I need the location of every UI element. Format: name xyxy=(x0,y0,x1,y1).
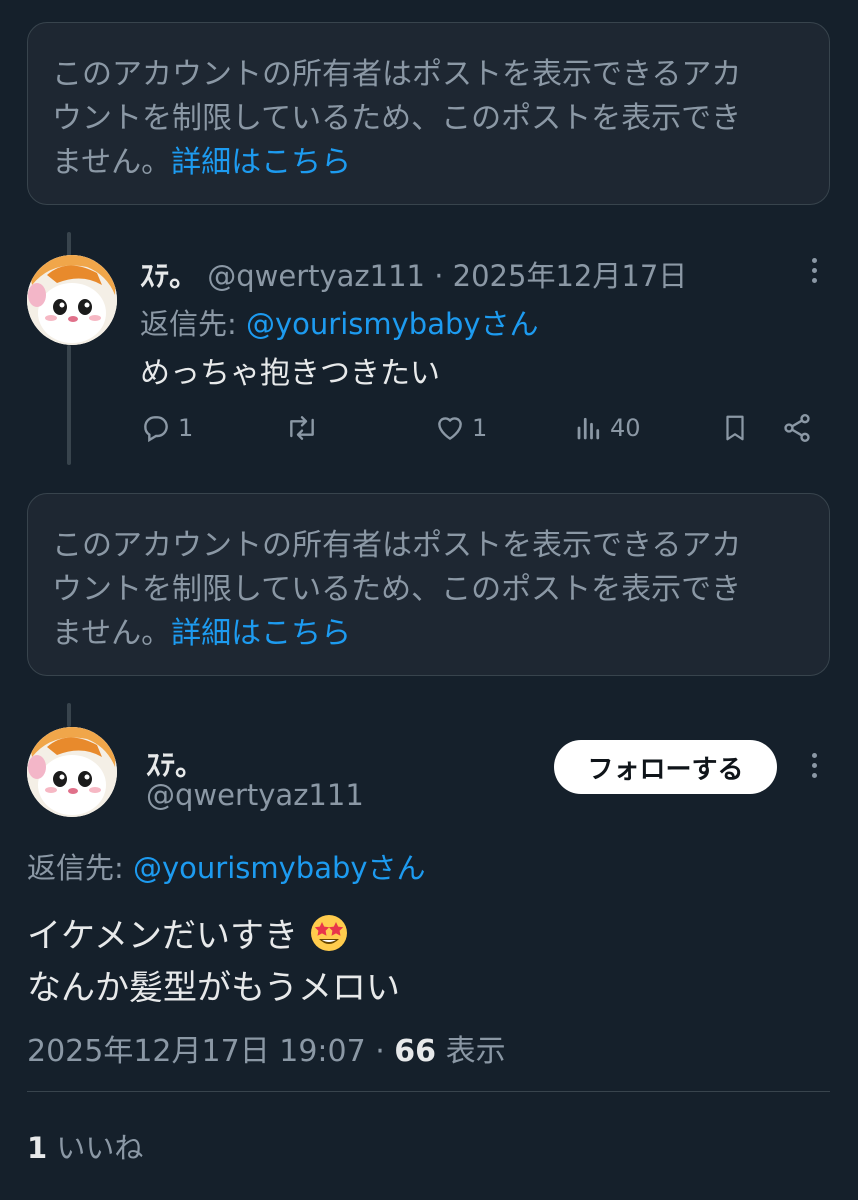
thread-line-top xyxy=(67,703,71,727)
notice-line-1: このアカウントの所有者はポストを表示できるアカ xyxy=(52,528,742,563)
replying-to-handle[interactable]: @yourismybabyさん xyxy=(133,851,426,885)
restricted-post-notice: このアカウントの所有者はポストを表示できるアカ ウントを制限しているため、このポ… xyxy=(27,493,830,676)
reply-header: ｽﾃ。 @qwertyaz111 · 2025年12月17日 xyxy=(140,253,687,295)
restricted-post-notice: このアカウントの所有者はポストを表示できるアカ ウントを制限しているため、このポ… xyxy=(27,22,830,205)
notice-line-2: ウントを制限しているため、このポストを表示でき xyxy=(52,101,742,136)
learn-more-link[interactable]: 詳細はこちら xyxy=(171,616,351,651)
notice-line-3: ません。 xyxy=(52,145,172,180)
like-icon xyxy=(438,417,462,440)
view-count: 40 xyxy=(610,414,641,442)
divider xyxy=(27,1091,830,1092)
like-button[interactable]: 1 xyxy=(434,408,487,448)
tweet-text: めっちゃ抱きつきたい xyxy=(140,356,440,391)
views-button[interactable]: 40 xyxy=(574,408,641,448)
replying-to: 返信先: @yourismybabyさん xyxy=(140,301,539,343)
likes-summary[interactable]: 1 いいね xyxy=(27,1125,143,1167)
handle[interactable]: @qwertyaz111 xyxy=(146,778,364,812)
learn-more-link[interactable]: 詳細はこちら xyxy=(171,145,351,180)
replying-to-prefix: 返信先: xyxy=(140,307,246,341)
views-icon xyxy=(577,417,600,440)
retweet-button[interactable] xyxy=(284,408,320,448)
tweet-text-line-1: イケメンだいすき xyxy=(27,908,349,957)
display-name[interactable]: ｽﾃ。 xyxy=(140,259,198,293)
star-struck-emoji xyxy=(310,915,347,951)
reply-button[interactable]: 1 xyxy=(140,408,193,448)
notice-line-1: このアカウントの所有者はポストを表示できるアカ xyxy=(52,57,742,92)
notice-line-3: ません。 xyxy=(52,616,172,651)
thread-line-top xyxy=(67,232,71,256)
like-count: 1 xyxy=(472,414,488,442)
views-label: 表示 xyxy=(436,1034,506,1069)
retweet-icon xyxy=(290,416,314,440)
avatar[interactable] xyxy=(27,727,117,817)
tweet-metadata: 2025年12月17日 19:07 · 66 表示 xyxy=(27,1026,506,1070)
reply-count: 1 xyxy=(178,414,194,442)
share-icon xyxy=(784,414,810,442)
handle-and-date[interactable]: @qwertyaz111 · 2025年12月17日 xyxy=(207,259,687,293)
bookmark-button[interactable] xyxy=(720,408,750,448)
bookmark-icon xyxy=(726,415,744,441)
more-icon[interactable] xyxy=(809,753,819,778)
share-button[interactable] xyxy=(781,408,813,448)
avatar[interactable] xyxy=(27,255,117,345)
thread-line-bottom xyxy=(67,345,71,465)
more-icon[interactable] xyxy=(809,258,819,283)
replying-to: 返信先: @yourismybabyさん xyxy=(27,845,426,887)
tweet-text-line-1-text: イケメンだいすき xyxy=(27,916,298,956)
timestamp[interactable]: 2025年12月17日 19:07 · xyxy=(27,1034,394,1069)
reply-icon xyxy=(144,416,168,443)
notice-line-2: ウントを制限しているため、このポストを表示でき xyxy=(52,572,742,607)
likes-count: 1 xyxy=(27,1131,48,1165)
views-count: 66 xyxy=(394,1034,437,1069)
likes-label: いいね xyxy=(47,1131,144,1165)
replying-to-prefix: 返信先: xyxy=(27,851,133,885)
follow-button[interactable]: フォローする xyxy=(554,740,777,794)
tweet-text-line-2: なんか髪型がもうメロい xyxy=(27,968,400,1008)
replying-to-handle[interactable]: @yourismybabyさん xyxy=(246,307,539,341)
